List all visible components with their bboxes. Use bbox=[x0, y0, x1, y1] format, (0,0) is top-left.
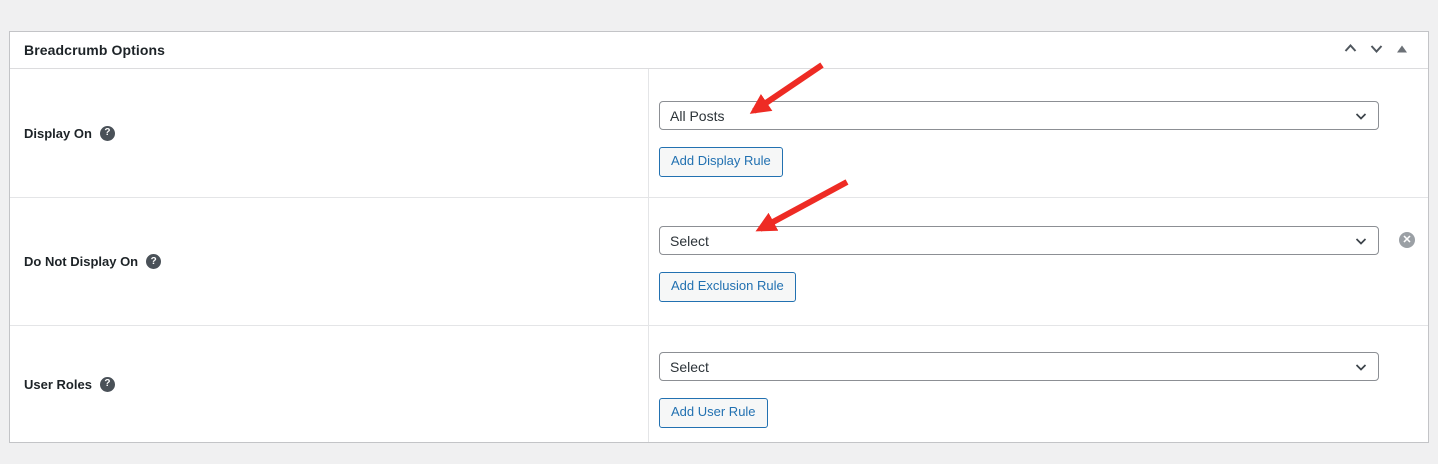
add-user-rule-button[interactable]: Add User Rule bbox=[659, 398, 768, 428]
move-up-button[interactable] bbox=[1339, 39, 1361, 61]
help-icon[interactable]: ? bbox=[100, 377, 115, 392]
add-exclusion-rule-button[interactable]: Add Exclusion Rule bbox=[659, 272, 796, 302]
help-icon[interactable]: ? bbox=[100, 126, 115, 141]
field-label: User Roles bbox=[24, 377, 92, 392]
label-cell: Display On ? bbox=[10, 69, 648, 197]
field-cell: Select Add Exclusion Rule ✕ bbox=[648, 198, 1428, 325]
setting-row-display-on: Display On ? All Posts Add Display Rule bbox=[10, 69, 1428, 198]
metabox-header: Breadcrumb Options bbox=[10, 32, 1428, 69]
collapse-toggle-button[interactable] bbox=[1391, 39, 1413, 61]
select-value: Select bbox=[670, 359, 709, 375]
panel-title: Breadcrumb Options bbox=[24, 42, 165, 58]
field-label: Display On bbox=[24, 126, 92, 141]
setting-row-user-roles: User Roles ? Select Add User Rule bbox=[10, 326, 1428, 442]
field-cell: Select Add User Rule bbox=[648, 326, 1428, 442]
chevron-up-icon bbox=[1342, 40, 1359, 60]
help-icon[interactable]: ? bbox=[146, 254, 161, 269]
field-cell: All Posts Add Display Rule bbox=[648, 69, 1428, 197]
select-value: Select bbox=[670, 233, 709, 249]
triangle-up-icon bbox=[1396, 43, 1408, 58]
breadcrumb-options-metabox: Breadcrumb Options Display On bbox=[9, 31, 1429, 443]
chevron-down-icon bbox=[1368, 40, 1385, 60]
do-not-display-on-select[interactable]: Select bbox=[659, 226, 1379, 255]
display-on-select[interactable]: All Posts bbox=[659, 101, 1379, 130]
label-cell: Do Not Display On ? bbox=[10, 198, 648, 325]
user-roles-select[interactable]: Select bbox=[659, 352, 1379, 381]
chevron-down-icon bbox=[1353, 359, 1369, 375]
select-value: All Posts bbox=[670, 108, 724, 124]
add-display-rule-button[interactable]: Add Display Rule bbox=[659, 147, 783, 177]
move-down-button[interactable] bbox=[1365, 39, 1387, 61]
settings-rows: Display On ? All Posts Add Display Rule … bbox=[10, 69, 1428, 442]
chevron-down-icon bbox=[1353, 108, 1369, 124]
remove-rule-icon[interactable]: ✕ bbox=[1399, 232, 1415, 248]
field-label: Do Not Display On bbox=[24, 254, 138, 269]
setting-row-do-not-display-on: Do Not Display On ? Select Add Exclusion… bbox=[10, 198, 1428, 326]
label-cell: User Roles ? bbox=[10, 326, 648, 442]
chevron-down-icon bbox=[1353, 233, 1369, 249]
metabox-header-controls bbox=[1339, 39, 1413, 61]
